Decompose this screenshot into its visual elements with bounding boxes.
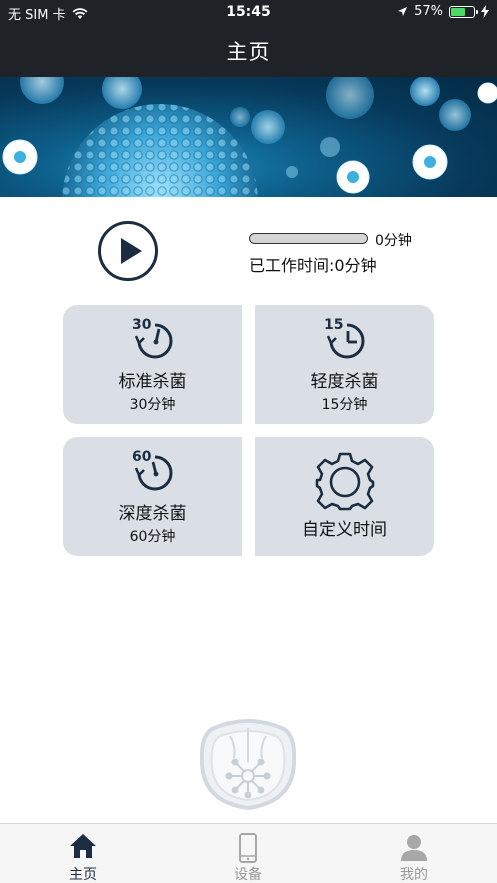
mode-custom-time-card[interactable]: 自定义时间 bbox=[255, 437, 434, 556]
tab-label: 设备 bbox=[234, 867, 262, 883]
top-bar: 无 SIM 卡 15:45 57% 主页 bbox=[0, 0, 497, 77]
mode-title: 深度杀菌 bbox=[118, 504, 187, 524]
virus-illustration bbox=[2, 77, 497, 197]
tab-home[interactable]: 主页 bbox=[33, 824, 133, 883]
timer-15-icon: 15 bbox=[255, 315, 434, 359]
charging-bolt-icon bbox=[481, 5, 489, 18]
home-icon bbox=[33, 833, 133, 863]
mode-duration: 30分钟 bbox=[129, 397, 176, 413]
play-icon bbox=[120, 238, 142, 264]
svg-text:15: 15 bbox=[324, 317, 343, 333]
tab-label: 主页 bbox=[69, 867, 97, 883]
status-bar: 无 SIM 卡 15:45 57% bbox=[0, 0, 497, 24]
device-illustration bbox=[199, 718, 297, 811]
start-button[interactable] bbox=[98, 221, 158, 281]
mode-duration: 60分钟 bbox=[129, 529, 176, 545]
phone-device-icon bbox=[198, 833, 298, 863]
page-title: 主页 bbox=[226, 40, 271, 64]
gear-icon bbox=[255, 451, 434, 511]
timer-60-icon: 60 bbox=[63, 447, 242, 491]
tab-bar: 主页 设备 我的 bbox=[0, 823, 497, 883]
svg-text:60: 60 bbox=[132, 449, 152, 465]
tab-label: 我的 bbox=[400, 867, 428, 883]
mode-title: 自定义时间 bbox=[302, 520, 387, 540]
mode-light-card[interactable]: 15 轻度杀菌 15分钟 bbox=[255, 305, 434, 424]
battery-icon bbox=[449, 5, 478, 18]
tab-device[interactable]: 设备 bbox=[198, 824, 298, 883]
mode-deep-card[interactable]: 60 深度杀菌 60分钟 bbox=[63, 437, 242, 556]
location-arrow-icon bbox=[398, 7, 408, 16]
worked-time-label: 已工作时间:0分钟 bbox=[249, 256, 377, 275]
battery-percent: 57% bbox=[414, 4, 443, 19]
tab-profile[interactable]: 我的 bbox=[364, 824, 464, 883]
mode-duration: 15分钟 bbox=[321, 397, 368, 413]
work-progress-bar bbox=[249, 233, 368, 244]
virus-banner-image bbox=[0, 77, 497, 197]
timer-30-icon: 30 bbox=[63, 315, 242, 359]
mode-standard-card[interactable]: 30 标准杀菌 30分钟 bbox=[63, 305, 242, 424]
progress-label: 0分钟 bbox=[375, 233, 412, 249]
mode-title: 轻度杀菌 bbox=[310, 372, 379, 392]
mode-title: 标准杀菌 bbox=[118, 372, 187, 392]
svg-text:30: 30 bbox=[132, 317, 152, 333]
user-icon bbox=[364, 833, 464, 863]
